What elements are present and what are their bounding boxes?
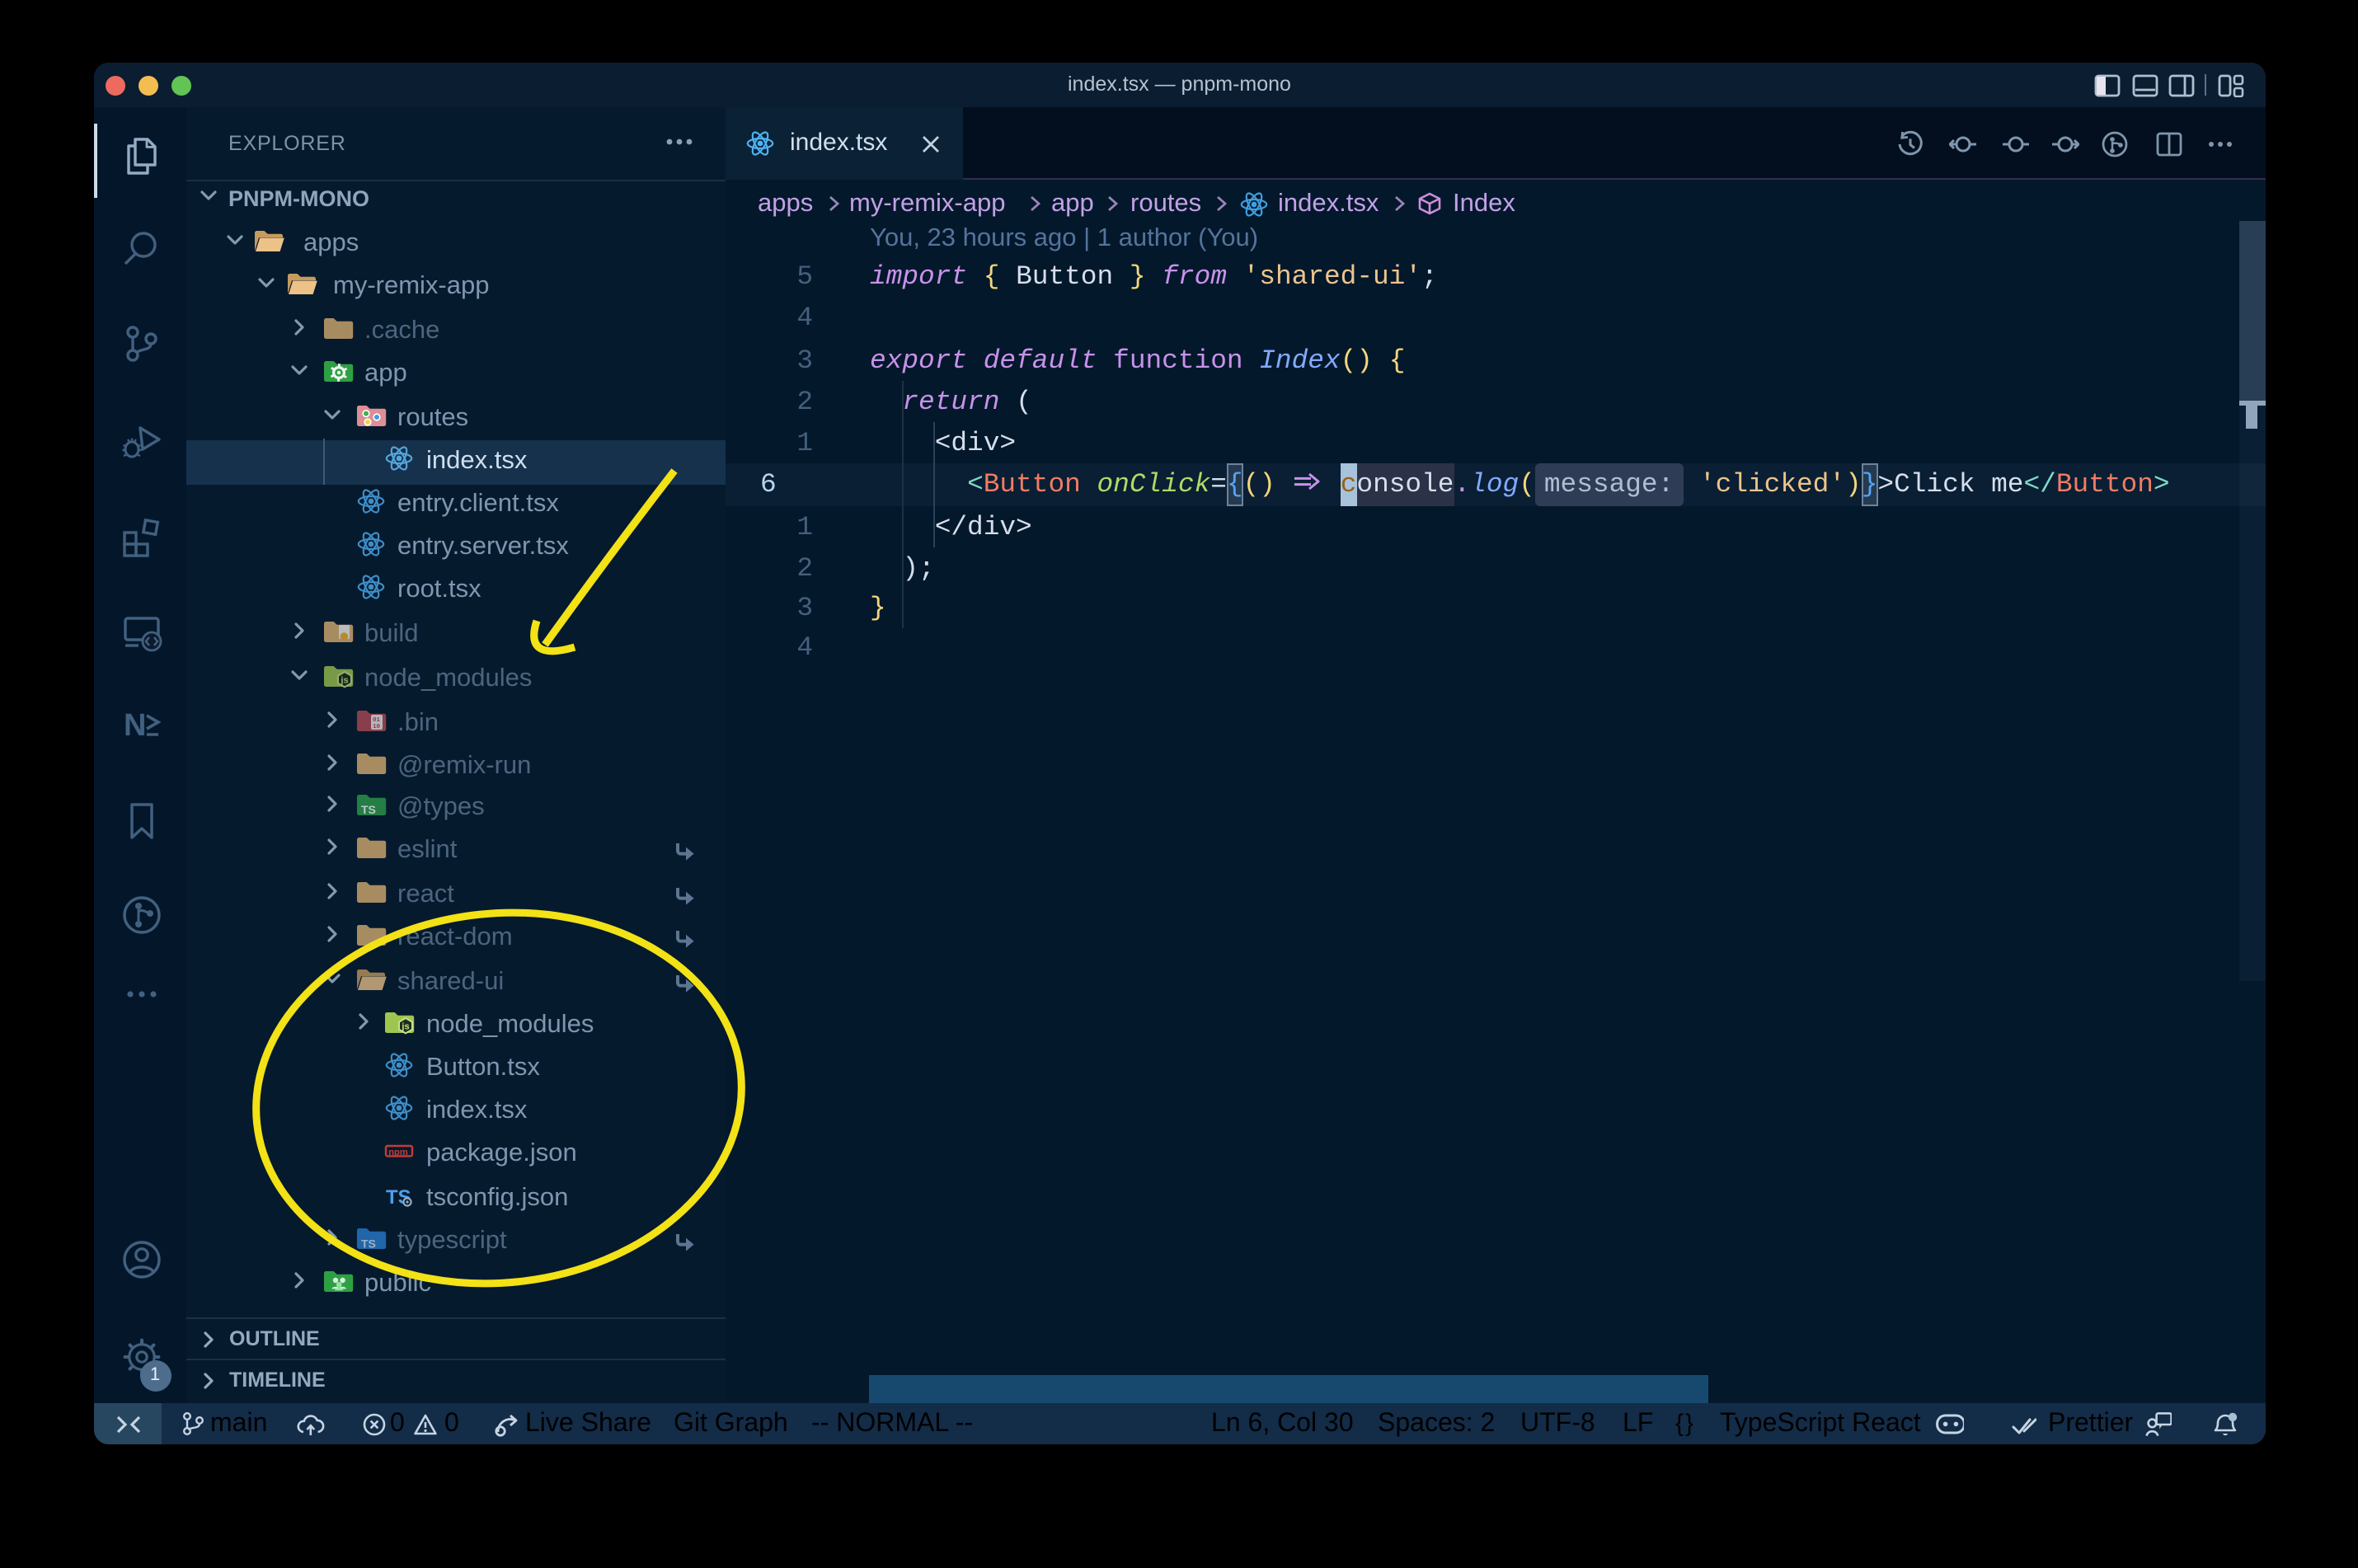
svg-text:js: js bbox=[339, 675, 347, 685]
svg-text:10: 10 bbox=[372, 724, 380, 730]
svg-text:TS: TS bbox=[360, 804, 375, 817]
svg-text:N: N bbox=[124, 707, 146, 742]
svg-text:js: js bbox=[401, 1022, 409, 1032]
svg-text:TS: TS bbox=[360, 1237, 375, 1250]
svg-text:npm: npm bbox=[388, 1148, 408, 1158]
